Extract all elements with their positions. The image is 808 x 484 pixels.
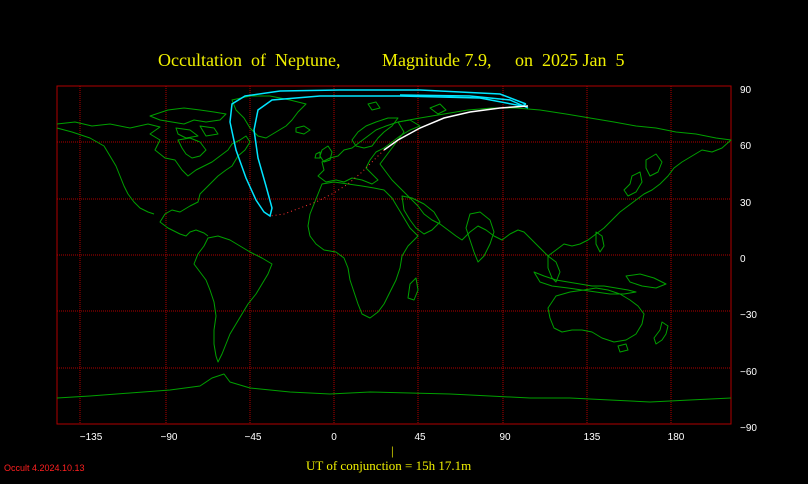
lat-tick-label: −30: [740, 310, 757, 321]
lat-tick-label: 90: [740, 85, 752, 96]
lat-tick-label: −60: [740, 367, 757, 378]
version-label: Occult 4.2024.10.13: [4, 463, 85, 473]
lon-tick-label: 45: [414, 432, 426, 443]
latitude-labels: 90 60 30 0 −30 −60 −90: [740, 85, 757, 434]
lon-tick-label: 0: [331, 432, 337, 443]
lat-tick-label: 0: [740, 254, 746, 265]
lon-tick-label: −90: [161, 432, 178, 443]
world-map: 90 60 30 0 −30 −60 −90 −135 −90 −45 0 45…: [56, 85, 757, 443]
lon-tick-label: 135: [584, 432, 601, 443]
lon-tick-label: 90: [499, 432, 511, 443]
conjunction-label: UT of conjunction = 15h 17.1m: [306, 458, 472, 473]
longitude-labels: −135 −90 −45 0 45 90 135 180: [80, 432, 685, 443]
conjunction-marker: |: [391, 443, 394, 458]
lon-tick-label: 180: [668, 432, 685, 443]
lon-tick-label: −45: [245, 432, 262, 443]
lat-tick-label: 30: [740, 198, 752, 209]
lon-tick-label: −135: [80, 432, 103, 443]
lat-tick-label: 60: [740, 141, 752, 152]
lat-tick-label: −90: [740, 423, 757, 434]
